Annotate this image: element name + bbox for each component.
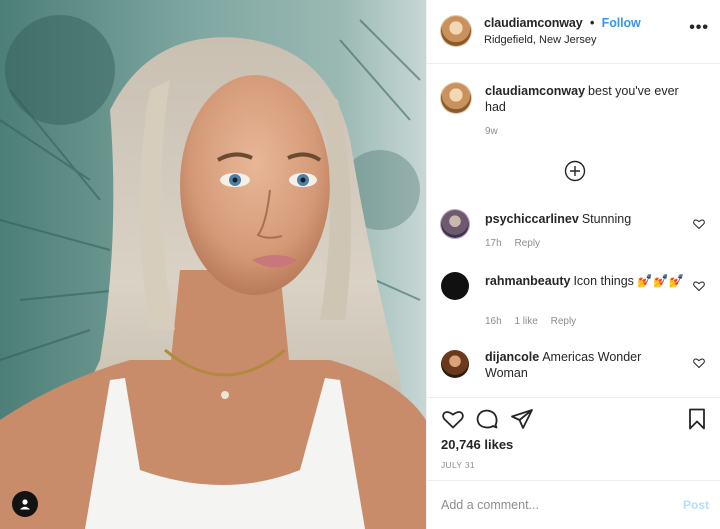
caption-meta: 9w	[485, 126, 508, 137]
comment-username[interactable]: rahmanbeauty	[485, 274, 570, 288]
comment-meta: 17h Reply	[485, 238, 550, 249]
caption-time[interactable]: 9w	[485, 126, 498, 137]
heart-icon[interactable]	[693, 357, 705, 369]
comment-text-block: psychiccarlinev Stunning	[485, 211, 685, 227]
add-comment-bar: Post	[427, 480, 720, 529]
comment-input[interactable]	[441, 494, 661, 516]
commenter-avatar[interactable]	[441, 350, 469, 378]
comment-username[interactable]: psychiccarlinev	[485, 212, 579, 226]
comment-text: Stunning	[581, 212, 632, 226]
heart-icon[interactable]	[441, 407, 465, 431]
comment-time[interactable]: 17h	[485, 238, 502, 249]
post-location[interactable]: Ridgefield, New Jersey	[484, 34, 597, 46]
portrait-image	[0, 0, 426, 529]
comment-time[interactable]: 16h	[485, 316, 502, 327]
comment-text: Icon things 💅💅💅	[573, 274, 685, 288]
caption-username[interactable]: claudiamconway	[485, 84, 585, 98]
separator-dot: •	[590, 16, 595, 30]
user-icon	[20, 499, 30, 510]
caption-text-block: claudiamconway best you've ever had	[485, 83, 685, 115]
comment-text-block: dijancole Americas Wonder Woman	[485, 349, 655, 381]
post-details-panel: claudiamconway • Follow Ridgefield, New …	[426, 0, 720, 529]
comment-meta: 16h 1 like Reply	[485, 316, 586, 327]
author-avatar[interactable]	[441, 16, 471, 46]
comment-icon[interactable]	[475, 407, 499, 431]
bookmark-icon[interactable]	[685, 407, 709, 431]
author-row: claudiamconway • Follow	[484, 16, 641, 30]
comment-text-block: rahmanbeauty Icon things 💅💅💅	[485, 273, 685, 289]
commenter-avatar[interactable]	[441, 210, 469, 238]
action-bar	[427, 397, 720, 430]
reply-button[interactable]: Reply	[514, 238, 540, 249]
share-icon[interactable]	[510, 407, 534, 431]
reply-button[interactable]: Reply	[551, 316, 577, 327]
tagged-users-button[interactable]	[12, 491, 38, 517]
post-date[interactable]: JULY 31	[441, 460, 475, 470]
follow-button[interactable]: Follow	[602, 16, 641, 30]
author-username[interactable]: claudiamconway	[484, 16, 583, 30]
post-button[interactable]: Post	[683, 498, 709, 512]
heart-icon[interactable]	[693, 218, 705, 230]
heart-icon[interactable]	[693, 280, 705, 292]
caption-avatar[interactable]	[441, 83, 471, 113]
plus-circle-icon[interactable]	[564, 160, 586, 182]
commenter-avatar[interactable]	[441, 272, 469, 300]
post-photo[interactable]	[0, 0, 426, 529]
post-header: claudiamconway • Follow Ridgefield, New …	[427, 0, 720, 64]
more-options-icon[interactable]: •••	[689, 20, 709, 36]
comment-likes[interactable]: 1 like	[514, 316, 537, 327]
likes-count[interactable]: 20,746 likes	[441, 437, 513, 452]
comment-username[interactable]: dijancole	[485, 350, 539, 364]
